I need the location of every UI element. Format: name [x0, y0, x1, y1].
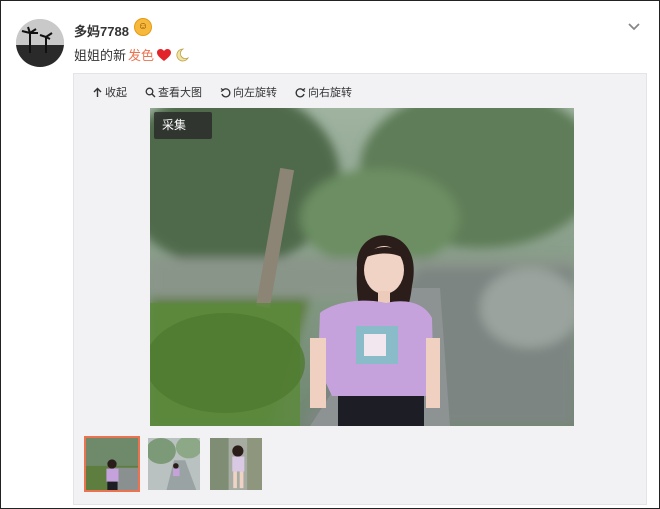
rotate-right-label: 向右旋转 — [308, 87, 352, 99]
view-large-button[interactable]: 查看大图 — [145, 84, 202, 100]
thumbnail-image — [210, 438, 262, 490]
rotate-left-icon — [220, 87, 231, 97]
avatar[interactable] — [16, 19, 64, 67]
thumbnail-image — [86, 438, 138, 490]
thumbnail-strip — [84, 436, 264, 492]
thumbnail-3[interactable] — [208, 436, 264, 492]
collect-button[interactable]: 采集 — [154, 112, 212, 139]
rotate-left-button[interactable]: 向左旋转 — [220, 84, 277, 100]
media-viewer-panel: 收起 查看大图 向左旋转 向右旋转 采集 — [73, 73, 647, 505]
arrow-up-icon — [93, 87, 102, 97]
chevron-down-icon[interactable] — [627, 19, 641, 33]
thumbnail-2[interactable] — [146, 436, 202, 492]
main-photo[interactable]: 采集 — [150, 108, 574, 426]
weibo-post-card: 多妈7788 ☺ 姐姐的新 发色 收起 查看大图 向左旋转 向右旋转 采集 — [0, 0, 660, 509]
vip-crown-icon: ☺ — [134, 18, 152, 36]
search-icon — [145, 87, 156, 97]
photo-image — [150, 108, 574, 426]
collapse-label: 收起 — [105, 87, 127, 99]
media-toolbar: 收起 查看大图 向左旋转 向右旋转 — [92, 84, 352, 100]
rotate-left-label: 向左旋转 — [233, 87, 277, 99]
post-text: 姐姐的新 发色 — [74, 45, 190, 64]
crescent-moon-icon — [176, 48, 190, 61]
username[interactable]: 多妈7788 — [74, 21, 129, 40]
post-text-main: 姐姐的新 — [74, 48, 127, 63]
red-heart-icon — [157, 48, 172, 61]
view-large-label: 查看大图 — [158, 87, 202, 99]
thumbnail-image — [148, 438, 200, 490]
post-text-highlight[interactable]: 发色 — [128, 45, 154, 64]
collapse-button[interactable]: 收起 — [92, 84, 127, 100]
thumbnail-1[interactable] — [84, 436, 140, 492]
rotate-right-icon — [295, 87, 306, 97]
rotate-right-button[interactable]: 向右旋转 — [295, 84, 352, 100]
